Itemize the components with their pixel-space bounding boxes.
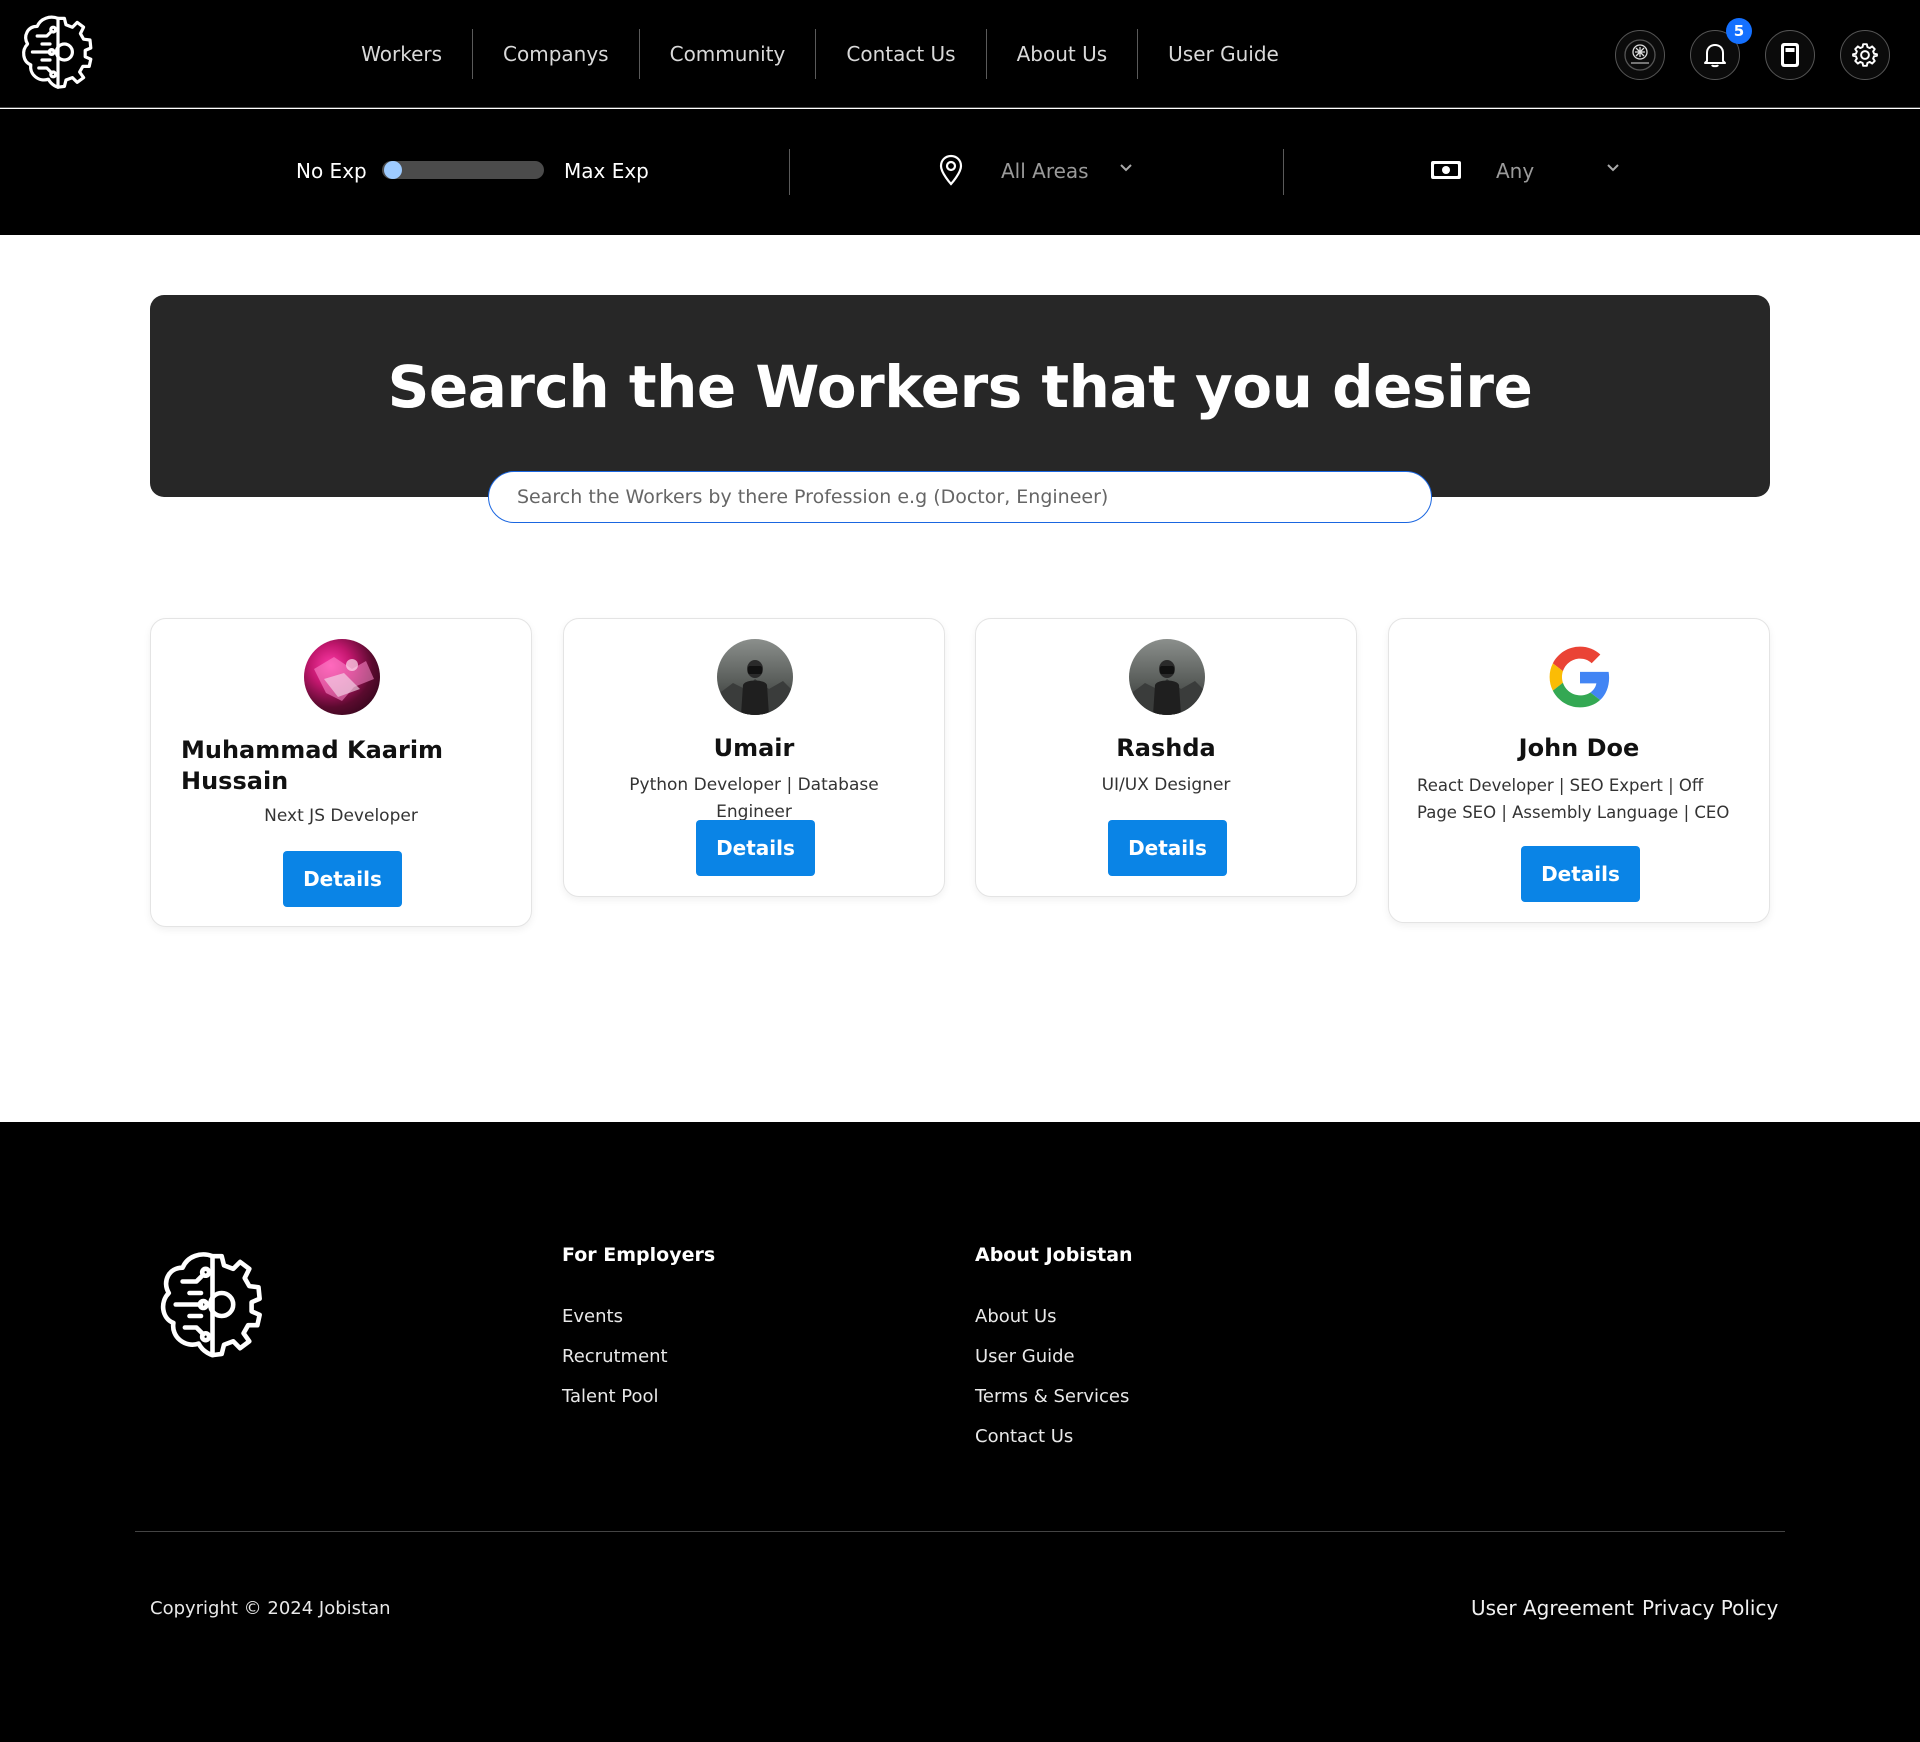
photographer-avatar-icon (717, 660, 793, 715)
gear-icon (1852, 43, 1878, 67)
worker-details-button[interactable]: Details (1521, 846, 1640, 902)
cash-icon (1431, 161, 1461, 179)
location-pin-icon (939, 154, 963, 186)
worker-avatar (717, 639, 793, 715)
nav-community[interactable]: Community (640, 29, 817, 79)
nav-contact-us[interactable]: Contact Us (816, 29, 987, 79)
top-actions: 5 (1615, 18, 1890, 80)
privacy-policy-link[interactable]: Privacy Policy (1642, 1596, 1778, 1620)
worker-search-input[interactable] (488, 471, 1432, 523)
profile-button[interactable] (1615, 30, 1665, 80)
location-select[interactable]: All Areas (1001, 159, 1089, 183)
worker-card: Umair Python Developer | Database Engine… (563, 618, 945, 897)
brain-gear-logo-icon[interactable] (155, 1247, 270, 1362)
worker-name: Rashda (1116, 734, 1216, 762)
calculator-button[interactable] (1765, 30, 1815, 80)
worker-details-button[interactable]: Details (696, 820, 815, 876)
notification-count-badge: 5 (1726, 18, 1752, 44)
footer: For Employers Events Recrutment Talent P… (0, 1122, 1920, 1742)
nav-about-us[interactable]: About Us (987, 29, 1139, 79)
nav-companys[interactable]: Companys (473, 29, 640, 79)
chevron-down-icon[interactable] (1120, 164, 1132, 172)
worker-card: Rashda UI/UX Designer Details (975, 618, 1357, 897)
notifications-button[interactable]: 5 (1690, 18, 1752, 80)
worker-avatar (1542, 639, 1618, 715)
footer-link-contact-us[interactable]: Contact Us (975, 1426, 1073, 1447)
filter-bar: No Exp Max Exp All Areas Any (0, 109, 1920, 235)
pink-abstract-avatar-icon (314, 657, 374, 701)
footer-link-terms[interactable]: Terms & Services (975, 1386, 1129, 1407)
footer-divider (135, 1531, 1785, 1532)
footer-link-user-guide[interactable]: User Guide (975, 1346, 1075, 1367)
salary-select[interactable]: Any (1496, 159, 1534, 183)
worker-name: John Doe (1518, 734, 1640, 762)
worker-avatar (304, 639, 380, 715)
experience-slider-thumb[interactable] (384, 161, 402, 179)
photographer-avatar-icon (1129, 660, 1205, 715)
nav-workers[interactable]: Workers (331, 29, 474, 79)
worker-role: Python Developer | Database Engineer (629, 775, 879, 822)
bell-icon (1704, 44, 1726, 68)
footer-link-talent-pool[interactable]: Talent Pool (562, 1386, 659, 1407)
footer-heading-employers: For Employers (562, 1244, 716, 1266)
worker-role: UI/UX Designer (1101, 775, 1231, 795)
footer-link-about-us[interactable]: About Us (975, 1306, 1057, 1327)
calculator-icon (1781, 43, 1799, 67)
copyright-text: Copyright © 2024 Jobistan (150, 1598, 391, 1619)
worker-details-button[interactable]: Details (1108, 820, 1227, 876)
footer-heading-about: About Jobistan (975, 1244, 1133, 1266)
nav-user-guide[interactable]: User Guide (1138, 29, 1309, 79)
worker-role: React Developer | SEO Expert | Off Page … (1417, 776, 1730, 822)
hero-banner: Search the Workers that you desire (150, 295, 1770, 497)
chevron-down-icon[interactable] (1607, 164, 1619, 172)
top-navbar: Workers Companys Community Contact Us Ab… (0, 0, 1920, 108)
worker-role: Next JS Developer (264, 806, 418, 826)
worker-details-button[interactable]: Details (283, 851, 402, 907)
user-agreement-link[interactable]: User Agreement (1471, 1596, 1634, 1620)
worker-name: Muhammad Kaarim Hussain (181, 736, 444, 795)
filter-divider (1283, 149, 1284, 195)
experience-max-label: Max Exp (564, 159, 649, 183)
worker-card: Muhammad Kaarim Hussain Next JS Develope… (150, 618, 532, 927)
worker-avatar (1129, 639, 1205, 715)
worker-name: Umair (713, 734, 795, 762)
experience-slider[interactable] (382, 161, 544, 179)
footer-link-events[interactable]: Events (562, 1306, 623, 1327)
filter-divider (789, 149, 790, 195)
hero-title: Search the Workers that you desire (387, 353, 1533, 421)
footer-link-recrutment[interactable]: Recrutment (562, 1346, 668, 1367)
experience-min-label: No Exp (296, 159, 367, 183)
worker-card: John Doe React Developer | SEO Expert | … (1388, 618, 1770, 923)
profile-avatar-icon (1624, 39, 1656, 71)
settings-button[interactable] (1840, 30, 1890, 80)
google-logo-icon (1549, 646, 1610, 708)
